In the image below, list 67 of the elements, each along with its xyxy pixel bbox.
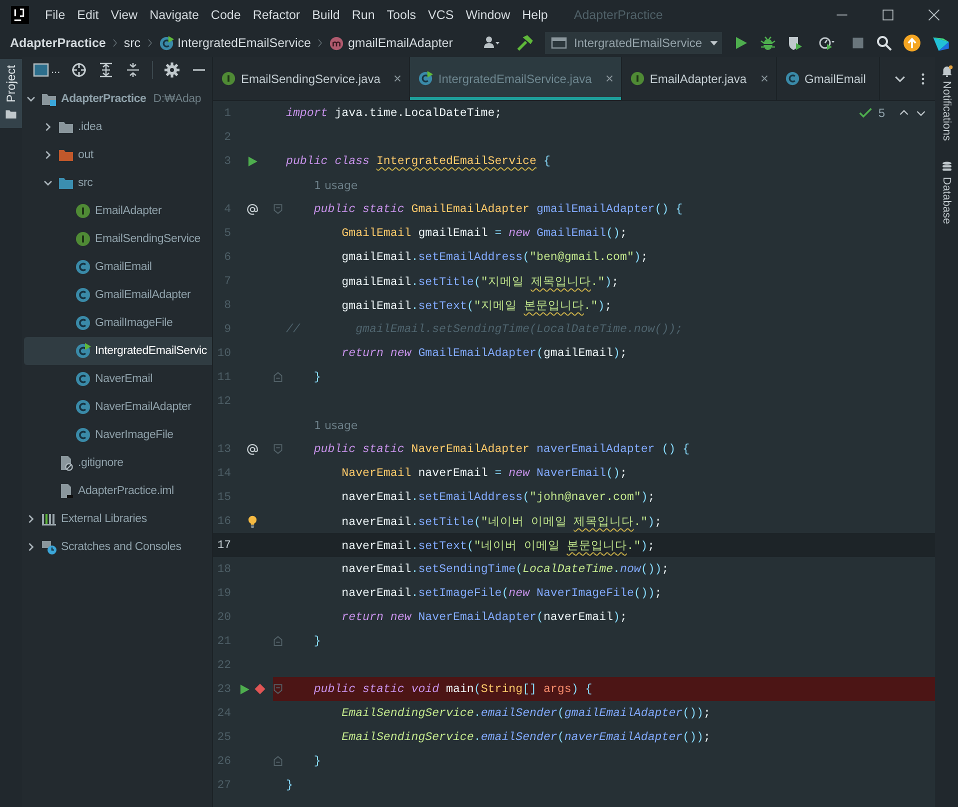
code-line: return new NaverEmailAdapter(naverEmail); (340, 610, 627, 624)
menu-item[interactable]: Navigate (144, 4, 205, 26)
code-line: EmailSendingService.emailSender(naverEmailAdapter()); (340, 730, 710, 744)
code-line: } (312, 634, 321, 648)
run-configuration-dropdown[interactable]: IntergratedEmailService (545, 32, 722, 54)
code-line: // gmailEmail.setSendingTime(LocalDateTime.now()); (286, 322, 683, 336)
menu-item[interactable]: File (39, 4, 72, 26)
menu-item[interactable]: VCS (422, 4, 460, 26)
breadcrumb[interactable]: src (124, 36, 141, 50)
window-title: AdapterPractice (574, 8, 663, 22)
code-line: naverEmail.setSendingTime(LocalDateTime.now()); (340, 562, 669, 576)
code-line: naverEmail.setEmailAddress("john@naver.com"); (340, 490, 655, 504)
code-line: gmailEmail.setText("지메일 본문입니다."); (340, 298, 612, 312)
breadcrumb[interactable]: IntergratedEmailService (178, 36, 311, 50)
tree-item[interactable]: .idea (24, 113, 212, 141)
tree-item[interactable]: NaverImageFile (24, 421, 212, 449)
code-line: gmailEmail.setEmailAddress("ben@gmail.com"); (340, 250, 648, 264)
breadcrumb[interactable]: gmailEmailAdapter (348, 36, 453, 50)
tree-item[interactable]: GmailEmailAdapter (24, 281, 212, 309)
code-line: naverEmail.setTitle("네이버 이메일 제목입니다."); (340, 514, 662, 528)
tree-item[interactable]: Scratches and Consoles (24, 533, 212, 561)
view-selector[interactable]: ... (33, 62, 60, 78)
tree-item[interactable]: NaverEmailAdapter (24, 393, 212, 421)
tree-item[interactable]: AdapterPractice.iml (24, 477, 212, 505)
menu-item[interactable]: Window (460, 4, 516, 26)
code-line: public static GmailEmailAdapter gmailEmailAdapter() { (312, 202, 683, 216)
editor-tab[interactable]: GmailEmail (776, 57, 880, 100)
code-line: } (312, 370, 321, 384)
menu-item[interactable]: Edit (71, 4, 105, 26)
menu-item[interactable]: Refactor (246, 4, 306, 26)
code-line: gmailEmail.setTitle("지메일 제목입니다."); (340, 274, 619, 288)
menu-item[interactable]: Help (516, 4, 554, 26)
tree-item[interactable]: NaverEmail (24, 365, 212, 393)
code-line: naverEmail.setImageFile(new NaverImageFile()); (340, 586, 662, 600)
tree-item[interactable]: out (24, 141, 212, 169)
code-line: EmailSendingService.emailSender(gmailEmailAdapter()); (340, 706, 710, 720)
code-line: } (312, 754, 321, 768)
menu-item[interactable]: Tools (380, 4, 422, 26)
code-line: naverEmail.setText("네이버 이메일 본문입니다."); (340, 538, 655, 552)
code-line: public class IntergratedEmailService { (286, 154, 550, 168)
tree-item[interactable]: src (24, 169, 212, 197)
breadcrumb[interactable]: AdapterPractice (10, 36, 106, 50)
code-line: NaverEmail naverEmail = new NaverEmail(); (340, 466, 627, 480)
tree-item[interactable]: AdapterPractice D:₩Adap (24, 85, 212, 113)
editor-tab[interactable]: EmailAdapter.java (622, 57, 777, 100)
code-line: GmailEmail gmailEmail = new GmailEmail(); (340, 226, 627, 240)
module-path: D:₩Adap (153, 93, 202, 105)
tree-item[interactable]: EmailAdapter (24, 197, 212, 225)
code-line: public static NaverEmailAdapter naverEmailAdapter () { (312, 442, 690, 456)
line-number: 17 (216, 538, 231, 552)
inspection-count[interactable]: 5 (878, 106, 885, 120)
tree-item[interactable]: External Libraries (24, 505, 212, 533)
tree-item[interactable]: .gitignore (24, 449, 212, 477)
tree-item[interactable]: IntergratedEmailServic (24, 337, 212, 365)
menu-item[interactable]: Run (346, 4, 381, 26)
code-line: return new GmailEmailAdapter(gmailEmail); (340, 346, 627, 360)
tree-item[interactable]: GmailImageFile (24, 309, 212, 337)
tool-window-tab[interactable]: Database (940, 160, 952, 224)
menu-item[interactable]: Code (204, 4, 247, 26)
project-tool-tab[interactable]: Project (0, 59, 22, 128)
menu-item[interactable]: View (104, 4, 144, 26)
tree-item[interactable]: GmailEmail (24, 253, 212, 281)
tool-window-tab[interactable]: Notifications (940, 65, 952, 141)
tree-item[interactable]: EmailSendingService (24, 225, 212, 253)
code-line: } (286, 778, 293, 792)
code-line: import java.time.LocalDateTime; (286, 106, 502, 120)
menu-item[interactable]: Build (306, 4, 346, 26)
